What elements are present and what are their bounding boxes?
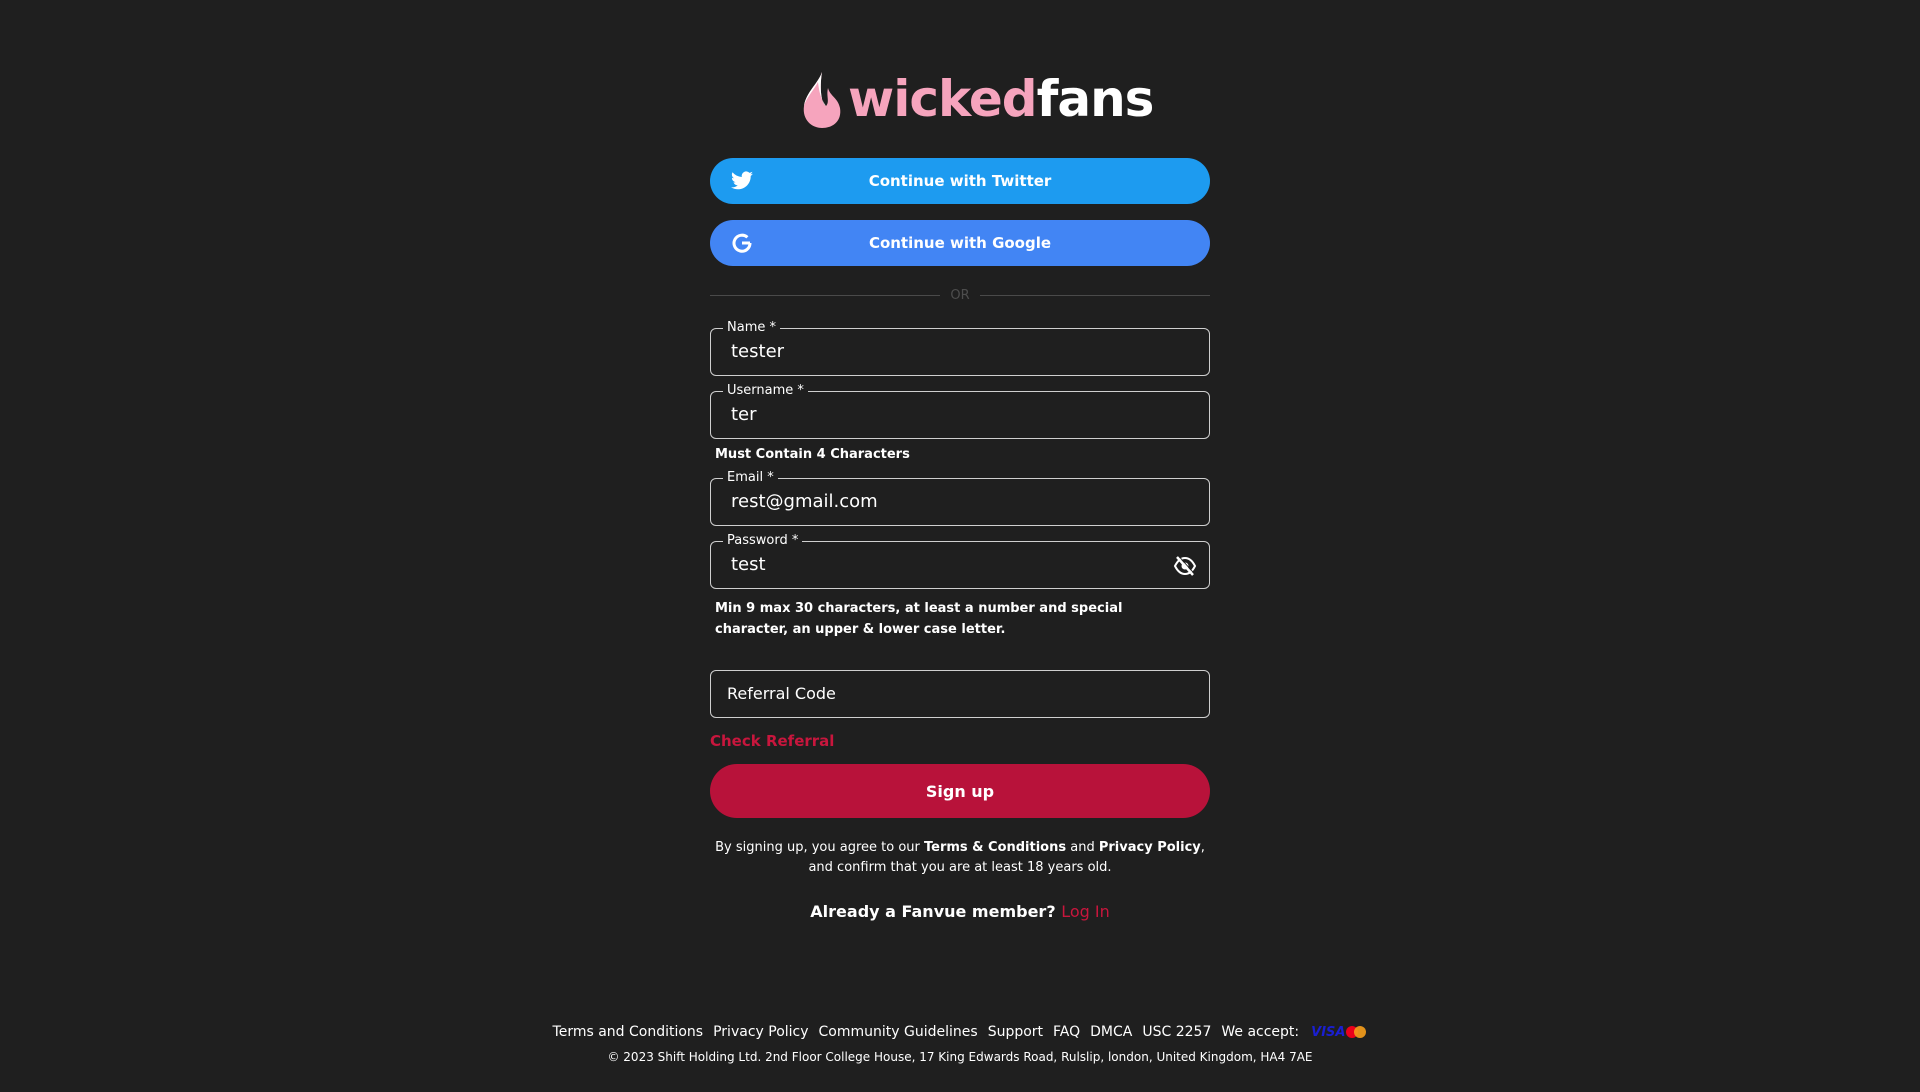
name-field-value[interactable]: tester: [731, 329, 784, 375]
copyright-text: © 2023 Shift Holding Ltd. 2nd Floor Coll…: [607, 1050, 1313, 1064]
flame-logo-icon: [803, 72, 841, 128]
username-field[interactable]: Username * ter: [710, 383, 1210, 439]
divider-line: [979, 294, 1211, 296]
sign-up-button-label: Sign up: [925, 781, 995, 801]
log-in-link[interactable]: Log In: [1061, 902, 1110, 921]
already-member-line: Already a Fanvue member? Log In: [710, 902, 1210, 921]
signup-page: wickedfans Continue with Twitter Continu…: [0, 0, 1920, 1092]
check-referral-link[interactable]: Check Referral: [710, 732, 1210, 750]
brand-logo[interactable]: wickedfans: [800, 68, 1154, 130]
or-label: OR: [950, 287, 970, 303]
twitter-button-label: Continue with Twitter: [868, 172, 1052, 190]
continue-with-twitter-button[interactable]: Continue with Twitter: [710, 158, 1210, 204]
terms-prefix: By signing up, you agree to our: [715, 840, 924, 855]
privacy-policy-link[interactable]: Privacy Policy: [1099, 840, 1201, 855]
password-field-value[interactable]: test: [731, 542, 766, 588]
email-field-value[interactable]: rest@gmail.com: [731, 479, 878, 525]
terms-and: and: [1066, 840, 1099, 855]
footer-link-support[interactable]: Support: [988, 1024, 1043, 1040]
payment-cards: VISA: [1311, 1025, 1367, 1040]
referral-code-placeholder[interactable]: Referral Code: [727, 671, 836, 717]
sign-up-button[interactable]: Sign up: [710, 764, 1210, 818]
footer: Terms and Conditions Privacy Policy Comm…: [0, 1024, 1920, 1064]
brand-name-part2: fans: [1036, 70, 1155, 128]
twitter-icon: [731, 171, 753, 190]
password-field[interactable]: Password * test: [710, 533, 1210, 589]
terms-and-conditions-link[interactable]: Terms & Conditions: [924, 840, 1066, 855]
footer-link-privacy[interactable]: Privacy Policy: [713, 1024, 808, 1040]
divider-line: [710, 294, 941, 296]
footer-link-faq[interactable]: FAQ: [1053, 1024, 1080, 1040]
continue-with-google-button[interactable]: Continue with Google: [710, 220, 1210, 266]
password-helper-text: Min 9 max 30 characters, at least a numb…: [715, 601, 1123, 637]
username-helper-text: Must Contain 4 Characters: [715, 447, 910, 462]
footer-links: Terms and Conditions Privacy Policy Comm…: [0, 1024, 1920, 1040]
brand-wordmark: wickedfans: [848, 74, 1154, 124]
eye-slash-icon[interactable]: [1173, 554, 1197, 578]
footer-link-usc-2257[interactable]: USC 2257: [1142, 1024, 1211, 1040]
signup-form: Continue with Twitter Continue with Goog…: [710, 158, 1211, 921]
referral-code-field[interactable]: Referral Code: [710, 670, 1210, 718]
mastercard-icon: [1345, 1025, 1367, 1039]
footer-link-community-guidelines[interactable]: Community Guidelines: [819, 1024, 978, 1040]
name-field[interactable]: Name * tester: [710, 320, 1210, 376]
footer-link-dmca[interactable]: DMCA: [1090, 1024, 1132, 1040]
visa-logo: VISA: [1311, 1024, 1346, 1040]
already-member-text: Already a Fanvue member?: [810, 902, 1056, 921]
email-field[interactable]: Email * rest@gmail.com: [710, 470, 1210, 526]
username-field-value[interactable]: ter: [731, 392, 757, 438]
google-button-label: Continue with Google: [868, 234, 1052, 252]
or-divider: OR: [710, 287, 1211, 303]
footer-link-terms[interactable]: Terms and Conditions: [553, 1024, 704, 1040]
we-accept-label: We accept:: [1221, 1024, 1300, 1040]
brand-name-part1: wicked: [848, 70, 1038, 128]
google-icon: [732, 233, 752, 253]
terms-notice: By signing up, you agree to our Terms & …: [710, 838, 1210, 878]
